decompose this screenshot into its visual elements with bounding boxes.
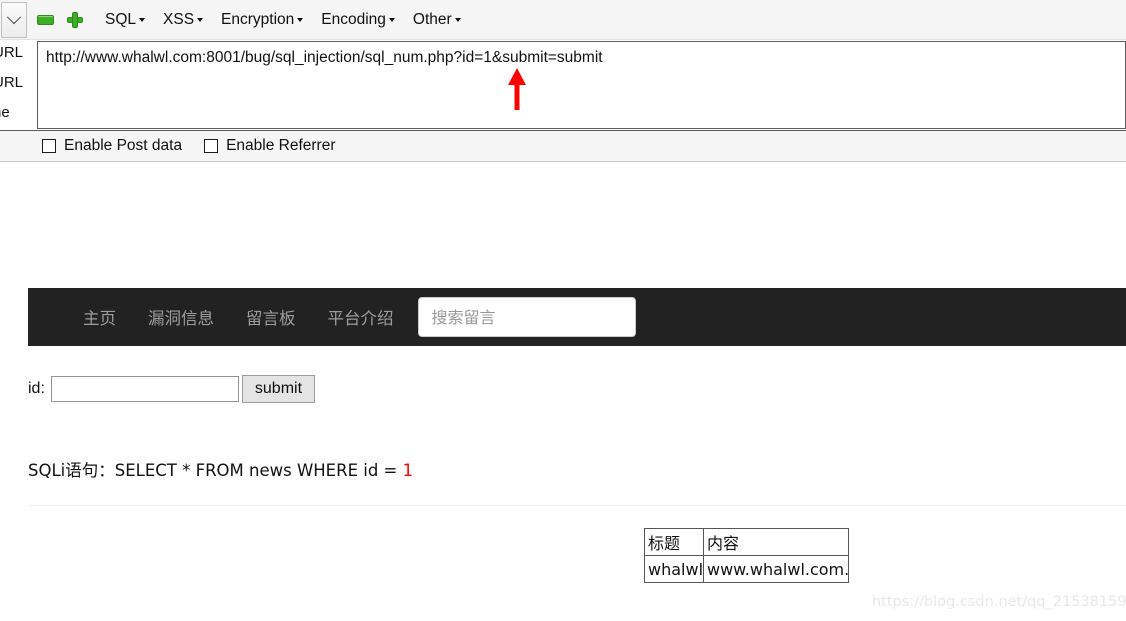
caret-down-icon xyxy=(454,17,461,22)
id-field-label: id: xyxy=(28,380,45,397)
table-cell-title: whalwl xyxy=(644,555,704,583)
side-label-extra: ne xyxy=(0,104,10,121)
caret-down-icon xyxy=(297,17,304,22)
toolbar: SQL XSS Encryption Encoding Other xyxy=(0,0,1126,40)
sqli-statement: SQLi语句：SELECT * FROM news WHERE id = 1 xyxy=(28,457,413,481)
caret-down-icon xyxy=(139,17,146,22)
menu-encryption[interactable]: Encryption xyxy=(221,10,304,29)
search-input[interactable] xyxy=(417,297,636,337)
menu-encoding-label: Encoding xyxy=(321,10,386,28)
menu-sql-label: SQL xyxy=(105,10,137,28)
query-result-table: 标题 内容 whalwl www.whalwl.com. xyxy=(644,528,849,583)
table-header-content: 内容 xyxy=(703,528,849,556)
checkbox-box-icon xyxy=(42,139,56,153)
sqli-id-value: 1 xyxy=(402,461,414,480)
sql-tool-window: SQL XSS Encryption Encoding Other URL UR… xyxy=(0,0,1126,162)
menu-xss[interactable]: XSS xyxy=(163,10,204,29)
table-row: whalwl www.whalwl.com. xyxy=(644,555,849,583)
menu-xss-label: XSS xyxy=(163,10,195,28)
url-input[interactable] xyxy=(37,41,1126,129)
enable-referrer-checkbox[interactable]: Enable Referrer xyxy=(204,137,335,155)
nav-link-vuln-info[interactable]: 漏洞信息 xyxy=(148,305,214,329)
history-dropdown-button[interactable] xyxy=(1,1,27,38)
chevron-down-icon xyxy=(6,9,22,24)
side-label-url-secondary: URL xyxy=(0,74,24,91)
table-header-title: 标题 xyxy=(644,528,704,556)
nav-link-message-board[interactable]: 留言板 xyxy=(246,305,296,329)
add-button[interactable] xyxy=(63,8,87,32)
options-row: Enable Post data Enable Referrer xyxy=(0,130,1126,162)
enable-post-data-label: Enable Post data xyxy=(64,137,183,154)
menu-sql[interactable]: SQL xyxy=(105,10,146,29)
menu-other-label: Other xyxy=(412,10,452,28)
side-label-url-primary: URL xyxy=(0,44,24,61)
sqli-statement-prefix: SQLi语句：SELECT * FROM news WHERE id = xyxy=(28,461,403,480)
caret-down-icon xyxy=(388,17,395,22)
menu-encryption-label: Encryption xyxy=(221,10,295,28)
plus-icon xyxy=(67,11,83,28)
submit-button[interactable]: submit xyxy=(241,375,316,403)
site-navbar: 主页 漏洞信息 留言板 平台介绍 xyxy=(28,288,1126,346)
menu-encoding[interactable]: Encoding xyxy=(321,11,395,29)
checkbox-box-icon xyxy=(204,139,219,153)
remove-button[interactable] xyxy=(33,8,57,32)
nav-link-home[interactable]: 主页 xyxy=(83,305,116,329)
nav-link-platform-intro[interactable]: 平台介绍 xyxy=(328,305,394,329)
enable-post-data-checkbox[interactable]: Enable Post data xyxy=(42,137,182,155)
id-query-form: id: submit xyxy=(28,375,316,403)
minus-icon xyxy=(36,14,54,25)
table-cell-content: www.whalwl.com. xyxy=(703,555,849,583)
caret-down-icon xyxy=(197,17,204,22)
table-header-row: 标题 内容 xyxy=(644,528,849,556)
enable-referrer-label: Enable Referrer xyxy=(226,137,336,154)
menu-other[interactable]: Other xyxy=(413,11,461,29)
id-input[interactable] xyxy=(50,376,239,402)
watermark-text: https://blog.csdn.net/qq_21538159 xyxy=(872,594,1126,610)
content-divider xyxy=(28,505,1126,506)
browser-page: 主页 漏洞信息 留言板 平台介绍 id: submit SQLi语句：SELEC… xyxy=(0,162,1126,621)
